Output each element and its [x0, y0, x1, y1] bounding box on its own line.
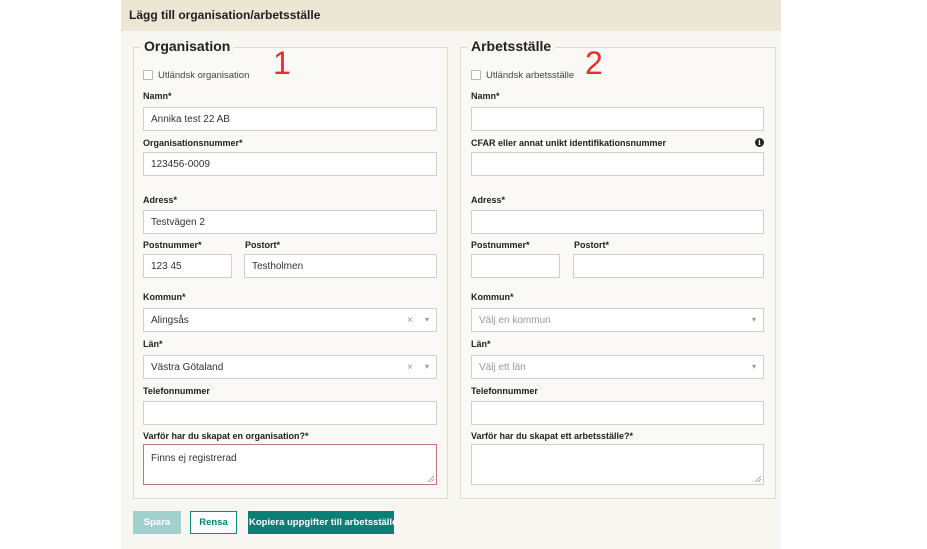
copy-to-workplace-button[interactable]: Kopiera uppgifter till arbetsställe — [248, 511, 397, 534]
org-address-label: Adress* — [143, 195, 178, 205]
workplace-postal-input[interactable] — [471, 254, 560, 278]
org-reason-label: Varför har du skapat en organisation?* — [143, 431, 309, 441]
org-postal-label: Postnummer* — [143, 240, 202, 250]
annotation-marker-1: 1 — [273, 45, 291, 81]
close-icon[interactable]: × — [407, 362, 413, 373]
annotation-marker-2: 2 — [585, 45, 603, 81]
chevron-down-icon[interactable]: ▾ — [752, 315, 756, 324]
organisation-heading: Organisation — [140, 38, 235, 54]
org-phone-input[interactable] — [143, 401, 437, 425]
cfar-input[interactable] — [471, 152, 764, 176]
resize-grip-icon[interactable] — [427, 475, 434, 482]
workplace-address-input[interactable] — [471, 210, 764, 234]
org-county-select[interactable]: Västra Götaland × ▾ — [143, 355, 437, 379]
workplace-reason-label: Varför har du skapat ett arbetsställe?* — [471, 431, 634, 441]
org-county-label: Län* — [143, 339, 163, 349]
workplace-municipality-select[interactable]: Välj en kommun ▾ — [471, 308, 764, 332]
org-city-label: Postort* — [245, 240, 281, 250]
dialog-title: Lägg till organisation/arbetsställe — [129, 8, 321, 22]
resize-grip-icon[interactable] — [754, 475, 761, 482]
org-municipality-label: Kommun* — [143, 292, 186, 302]
foreign-workplace-checkbox[interactable] — [471, 70, 481, 80]
chevron-down-icon[interactable]: ▾ — [425, 315, 429, 324]
workplace-heading: Arbetsställe — [467, 38, 556, 54]
workplace-name-label: Namn* — [471, 91, 500, 101]
workplace-county-placeholder: Välj ett län — [479, 362, 526, 373]
clear-button[interactable]: Rensa — [190, 511, 237, 534]
org-reason-textarea[interactable]: Finns ej registrerad — [143, 444, 437, 485]
workplace-name-input[interactable] — [471, 107, 764, 131]
org-phone-label: Telefonnummer — [143, 386, 210, 396]
org-name-label: Namn* — [143, 91, 172, 101]
foreign-workplace-label: Utländsk arbetsställe — [486, 70, 575, 81]
org-number-input[interactable]: 123456-0009 — [143, 152, 437, 176]
cfar-label: CFAR eller annat unikt identifikationsnu… — [471, 138, 667, 148]
org-city-input[interactable]: Testholmen — [244, 254, 437, 278]
save-button[interactable]: Spara — [133, 511, 181, 534]
workplace-municipality-label: Kommun* — [471, 292, 514, 302]
workplace-phone-label: Telefonnummer — [471, 386, 538, 396]
org-municipality-select[interactable]: Alingsås × ▾ — [143, 308, 437, 332]
foreign-organisation-checkbox[interactable] — [143, 70, 153, 80]
org-county-value: Västra Götaland — [151, 362, 224, 373]
workplace-address-label: Adress* — [471, 195, 506, 205]
org-address-input[interactable]: Testvägen 2 — [143, 210, 437, 234]
org-name-input[interactable]: Annika test 22 AB — [143, 107, 437, 131]
chevron-down-icon[interactable]: ▾ — [752, 362, 756, 371]
foreign-organisation-label: Utländsk organisation — [158, 70, 250, 81]
org-number-label: Organisationsnummer* — [143, 138, 243, 148]
close-icon[interactable]: × — [407, 315, 413, 326]
org-reason-value: Finns ej registrerad — [151, 453, 237, 464]
workplace-postal-label: Postnummer* — [471, 240, 530, 250]
workplace-city-input[interactable] — [573, 254, 764, 278]
org-postal-input[interactable]: 123 45 — [143, 254, 232, 278]
workplace-county-label: Län* — [471, 339, 491, 349]
org-municipality-value: Alingsås — [151, 315, 189, 326]
workplace-city-label: Postort* — [574, 240, 610, 250]
workplace-reason-textarea[interactable] — [471, 444, 764, 485]
workplace-phone-input[interactable] — [471, 401, 764, 425]
dialog-header: Lägg till organisation/arbetsställe — [121, 0, 781, 31]
workplace-county-select[interactable]: Välj ett län ▾ — [471, 355, 764, 379]
chevron-down-icon[interactable]: ▾ — [425, 362, 429, 371]
info-icon[interactable]: i — [755, 138, 764, 147]
workplace-municipality-placeholder: Välj en kommun — [479, 315, 551, 326]
